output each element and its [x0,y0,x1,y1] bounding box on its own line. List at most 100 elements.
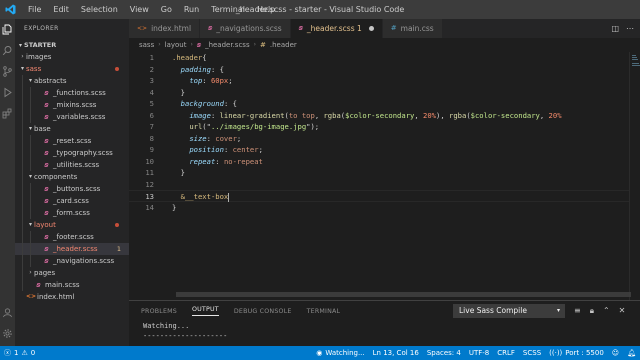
chevron-right-icon: › [158,41,161,48]
file-item[interactable]: ꞩ _footer.scss [15,231,129,243]
extensions-icon[interactable] [2,108,13,119]
panel-tab-output[interactable]: OUTPUT [191,306,219,316]
menu-help[interactable]: Help [251,0,281,19]
minimap[interactable] [629,52,640,300]
indent-guide [30,111,31,123]
cursor-position[interactable]: Ln 13, Col 16 [369,349,423,357]
tree-item-label: _reset.scss [53,137,92,145]
notifications-bell-icon[interactable]: 🔔︎ [623,349,640,357]
scss-file-icon: ꞩ [44,137,49,145]
line-ending[interactable]: CRLF [493,349,519,357]
sass-watch-status[interactable]: ◉ Watching... [312,349,368,357]
file-item[interactable]: ꞩ _functions.scss [15,87,129,99]
code-token: to top [288,110,315,120]
workspace-section-header[interactable]: ▾ STARTER [15,39,129,51]
folder-item[interactable]: ▾ layout [15,219,129,231]
breadcrumb-file[interactable]: _header.scss [205,38,250,52]
explorer-sidebar: EXPLORER ▾ STARTER › images ▾ sass ▾ abstracts… [15,19,129,346]
search-icon[interactable] [2,45,13,56]
run-debug-icon[interactable] [2,87,13,98]
tab-index-html[interactable]: <> index.html [129,19,201,38]
indentation[interactable]: Spaces: 4 [423,349,465,357]
tab-main-css[interactable]: # main.css [382,19,443,38]
horizontal-scrollbar[interactable] [176,292,631,297]
problems-status[interactable]: ⓧ 1 ⚠︎ 0 [0,348,39,358]
file-item[interactable]: ꞩ _utilities.scss [15,159,129,171]
breadcrumb-symbol[interactable]: .header [270,38,297,52]
menu-terminal[interactable]: Terminal [205,0,251,19]
folder-item[interactable]: ▾ components [15,171,129,183]
live-server-status[interactable]: ((·)) Port : 5500 [545,349,608,357]
menu-selection[interactable]: Selection [75,0,124,19]
file-item[interactable]: ꞩ _header.scss 1 [15,243,129,255]
menu-view[interactable]: View [124,0,155,19]
tab-header-scss[interactable]: ꞩ _header.scss 1 [290,19,383,38]
indent-guide [22,195,23,207]
account-icon[interactable] [2,307,13,318]
code-editor[interactable]: 1 .header{2 padding: {3 top: 60px; 4 } 5 ba… [129,52,629,300]
code-token: center [232,145,259,154]
tab-navigations-scss[interactable]: ꞩ _navigations.scss [200,19,291,38]
panel-actions: ≡ 🔒︎ ⌃ ✕ [574,304,625,318]
line-content: size: cover; [172,133,241,145]
code-token: : { [210,64,224,74]
code-line: 10 repeat: no-repeat [129,156,629,168]
encoding[interactable]: UTF-8 [465,349,493,357]
feedback-icon[interactable]: ☺ [608,349,623,357]
indent-guide [30,99,31,111]
indent-guide [30,159,31,171]
menu-go[interactable]: Go [155,0,178,19]
line-number: 7 [149,122,154,131]
tree-item-label: components [34,173,78,181]
tab-label: _navigations.scss [216,24,282,33]
folder-item[interactable]: ▾ abstracts [15,75,129,87]
language-mode[interactable]: SCSS [519,349,545,357]
folder-item[interactable]: ▾ sass [15,63,129,75]
folder-item[interactable]: › pages [15,267,129,279]
tree-item-label: _header.scss [53,245,98,253]
folder-item[interactable]: ▾ base [15,123,129,135]
file-item[interactable]: ꞩ _typography.scss [15,147,129,159]
output-channel-select[interactable]: Live Sass Compile ▾ [453,304,565,318]
editor-actions: ◫ ⋯ [611,19,640,38]
maximize-panel-icon[interactable]: ⌃ [603,304,610,318]
file-item[interactable]: ꞩ main.scss [15,279,129,291]
settings-gear-icon[interactable] [2,328,13,339]
code-line: 13 &__text-box [129,190,629,202]
file-item[interactable]: ꞩ _card.scss [15,195,129,207]
file-item[interactable]: ꞩ _mixins.scss [15,99,129,111]
lock-scroll-icon[interactable]: 🔒︎ [590,304,594,318]
file-item[interactable]: ꞩ _buttons.scss [15,183,129,195]
breadcrumb-sass[interactable]: sass [139,38,154,52]
code-token: ; [228,76,233,85]
file-item[interactable]: <> index.html [15,291,129,303]
panel-tab-problems[interactable]: PROBLEMS [141,308,177,315]
scss-file-icon: ꞩ [44,209,49,217]
file-item[interactable]: ꞩ _reset.scss [15,135,129,147]
output-line: -------------------- [143,332,228,340]
more-actions-icon[interactable]: ⋯ [626,24,634,33]
menu-run[interactable]: Run [178,0,205,19]
file-item[interactable]: ꞩ _form.scss [15,207,129,219]
code-token: } [172,168,185,177]
tree-item-label: pages [34,269,56,277]
unsaved-dot-icon[interactable] [368,26,374,31]
panel-tab-debug-console[interactable]: DEBUG CONSOLE [234,308,292,315]
folder-item[interactable]: › images [15,51,129,63]
menu-edit[interactable]: Edit [47,0,75,19]
breadcrumb-layout[interactable]: layout [165,38,187,52]
file-item[interactable]: ꞩ _navigations.scss [15,255,129,267]
panel-tab-terminal[interactable]: TERMINAL [307,308,341,315]
clear-output-icon[interactable]: ≡ [574,304,581,318]
split-editor-icon[interactable]: ◫ [611,24,619,33]
explorer-title: EXPLORER [24,25,59,32]
line-content: top: 60px; [172,75,233,87]
scss-file-icon: ꞩ [44,245,49,253]
file-item[interactable]: ꞩ _variables.scss [15,111,129,123]
source-control-icon[interactable] [2,66,13,77]
close-panel-icon[interactable]: ✕ [619,304,626,318]
explorer-files-icon[interactable] [2,24,13,35]
menu-file[interactable]: File [22,0,47,19]
